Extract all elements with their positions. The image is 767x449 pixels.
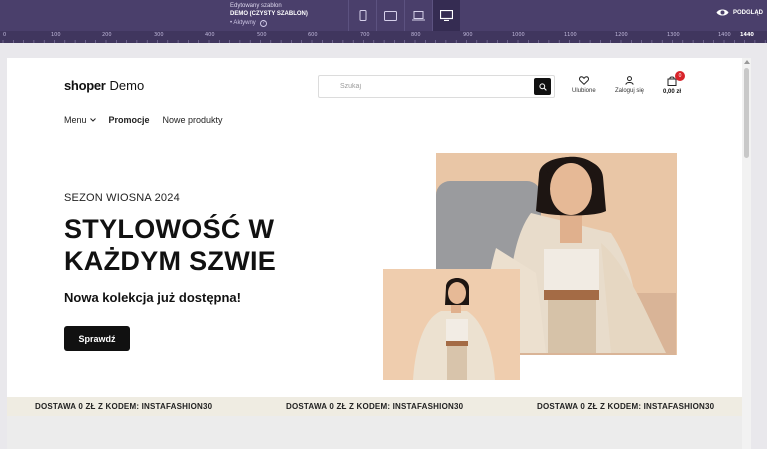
nav-item-promocje[interactable]: Promocje — [109, 115, 150, 125]
hero-headline-line: STYLOWOŚĆ W — [64, 214, 275, 244]
ruler: 0 100 200 300 400 500 600 700 800 900 10… — [0, 31, 767, 43]
desktop-icon — [440, 10, 453, 21]
ruler-label: 200 — [102, 32, 112, 38]
nav-item-label: Nowe produkty — [162, 115, 223, 125]
ruler-label: 400 — [205, 32, 215, 38]
editor-top-bar: Edytowany szablon DEMO (CZYSTY SZABLON) … — [0, 0, 767, 31]
ruler-label: 0 — [3, 32, 7, 38]
ruler-label: 1000 — [512, 32, 525, 38]
ruler-label: 1400 — [718, 32, 731, 38]
device-laptop-button[interactable] — [404, 0, 432, 31]
page-scrollbar[interactable] — [742, 58, 751, 449]
cart-link[interactable]: 0 0,00 zł — [663, 71, 685, 95]
eye-icon — [716, 9, 729, 16]
search-input[interactable] — [319, 77, 524, 96]
nav-item-menu[interactable]: Menu — [64, 115, 96, 125]
next-section — [7, 416, 742, 449]
hero-season: SEZON WIOSNA 2024 — [64, 192, 180, 204]
cart-price: 0,00 zł — [663, 89, 682, 95]
user-icon — [625, 76, 634, 85]
login-link[interactable]: Zaloguj się — [615, 76, 644, 94]
device-tablet-button[interactable] — [376, 0, 404, 31]
promo-bar: DOSTAWA 0 ZŁ Z KODEM: INSTAFASHION30 DOS… — [7, 397, 742, 416]
ruler-label: 1440 — [740, 32, 754, 38]
ruler-label: 600 — [308, 32, 318, 38]
preview-label: PODGLĄD — [733, 9, 763, 16]
template-name: DEMO (CZYSTY SZABLON) — [230, 11, 308, 17]
nav-item-label: Menu — [64, 115, 87, 125]
promo-text: DOSTAWA 0 ZŁ Z KODEM: INSTAFASHION30 — [286, 402, 464, 411]
ruler-label: 1300 — [667, 32, 680, 38]
store-logo[interactable]: shoper Demo — [64, 78, 144, 93]
chevron-down-icon — [89, 118, 96, 122]
nav-item-label: Promocje — [108, 115, 150, 125]
device-switcher — [348, 0, 460, 31]
ruler-label: 800 — [411, 32, 421, 38]
login-label: Zaloguj się — [615, 88, 645, 94]
canvas-margin — [0, 43, 767, 58]
logo-suffix: Demo — [109, 78, 145, 93]
search-icon — [538, 82, 547, 91]
scroll-thumb[interactable] — [744, 68, 749, 158]
device-mobile-button[interactable] — [348, 0, 376, 31]
ruler-label: 500 — [257, 32, 267, 38]
hero-subline: Nowa kolekcja już dostępna! — [64, 290, 241, 305]
tablet-icon — [384, 10, 397, 21]
template-status-text: • Aktywny — [230, 20, 256, 26]
device-desktop-button[interactable] — [432, 0, 460, 31]
ruler-label: 300 — [154, 32, 164, 38]
promo-text: DOSTAWA 0 ZŁ Z KODEM: INSTAFASHION30 — [35, 402, 213, 411]
ruler-label: 1100 — [564, 32, 577, 38]
laptop-icon — [412, 10, 425, 20]
hero-image-small-art — [383, 269, 520, 380]
hero-image-small — [383, 269, 520, 380]
ruler-label: 700 — [360, 32, 370, 38]
hero-headline: STYLOWOŚĆ W KAŻDYM SZWIE — [64, 213, 354, 277]
search-button[interactable] — [534, 78, 551, 95]
help-icon[interactable]: ? — [259, 19, 267, 27]
scroll-up-arrow-icon[interactable] — [744, 60, 750, 64]
template-info[interactable]: Edytowany szablon DEMO (CZYSTY SZABLON) … — [230, 2, 348, 29]
favorites-label: Ulubione — [572, 88, 596, 94]
main-nav: Menu Promocje Nowe produkty — [64, 115, 223, 125]
mobile-icon — [359, 10, 366, 21]
hero-cta-button[interactable]: Sprawdź — [64, 326, 130, 351]
hero-headline-line: KAŻDYM SZWIE — [64, 246, 277, 276]
cart-count-badge: 0 — [675, 71, 685, 81]
favorites-link[interactable]: Ulubione — [572, 76, 596, 94]
ruler-label: 100 — [51, 32, 61, 38]
search-box — [318, 75, 555, 98]
ruler-label: 1200 — [615, 32, 628, 38]
promo-text: DOSTAWA 0 ZŁ Z KODEM: INSTAFASHION30 — [537, 402, 715, 411]
template-status: • Aktywny ? — [230, 19, 348, 27]
nav-item-nowe-produkty[interactable]: Nowe produkty — [163, 115, 223, 125]
logo-brand: shoper — [64, 78, 106, 93]
preview-button[interactable]: PODGLĄD — [716, 8, 763, 17]
ruler-label: 900 — [463, 32, 473, 38]
template-label: Edytowany szablon — [230, 3, 282, 9]
heart-icon — [578, 76, 589, 85]
store-page: shoper Demo Ulubione Zaloguj się 0 0,00 … — [7, 58, 742, 449]
